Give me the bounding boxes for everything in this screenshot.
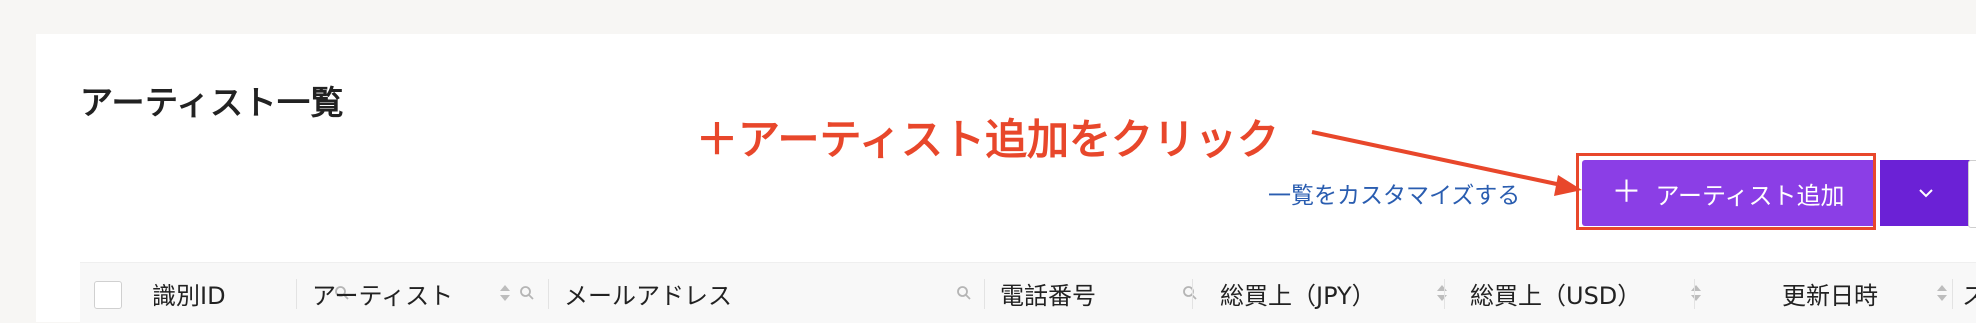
search-icon[interactable] <box>519 285 535 301</box>
column-divider <box>548 279 549 309</box>
column-header-status[interactable]: ス <box>1962 263 1976 323</box>
column-divider <box>1952 279 1953 309</box>
column-divider <box>296 279 297 309</box>
column-divider <box>1694 279 1695 309</box>
plus-icon: ＋ <box>1611 175 1642 210</box>
column-label: 電話番号 <box>1000 281 1096 310</box>
column-header-email[interactable]: メールアドレス <box>564 263 984 323</box>
column-header-total-jpy[interactable]: 総買上（JPY） <box>1220 263 1447 323</box>
column-header-total-usd[interactable]: 総買上（USD） <box>1470 263 1701 323</box>
sort-icon[interactable] <box>1936 283 1948 303</box>
column-divider <box>1192 279 1193 309</box>
chevron-down-icon <box>1918 186 1934 201</box>
column-label: 総買上（USD） <box>1470 281 1642 310</box>
column-label: メールアドレス <box>564 281 732 310</box>
sort-icon[interactable] <box>1436 283 1448 303</box>
column-label: 総買上（JPY） <box>1220 281 1376 310</box>
column-label: 識別ID <box>152 281 226 310</box>
search-icon[interactable] <box>1182 285 1198 301</box>
add-artist-button[interactable]: ＋ アーティスト追加 <box>1582 160 1874 226</box>
column-divider <box>984 279 985 309</box>
add-artist-label: アーティスト追加 <box>1655 181 1845 210</box>
more-button[interactable] <box>1968 160 1976 228</box>
column-header-updated-at[interactable]: 更新日時 <box>1716 263 1947 323</box>
annotation-text: ＋アーティスト追加をクリック <box>696 115 1279 164</box>
column-divider <box>1444 279 1445 309</box>
sort-icon[interactable] <box>499 283 511 303</box>
add-options-dropdown-button[interactable] <box>1880 160 1972 226</box>
customize-list-link[interactable]: 一覧をカスタマイズする <box>1268 176 1520 210</box>
page-title: アーティスト一覧 <box>80 83 345 122</box>
select-all-checkbox[interactable] <box>94 281 122 309</box>
sort-icon[interactable] <box>1690 283 1702 303</box>
column-header-artist[interactable]: アーティスト <box>312 263 534 323</box>
search-icon[interactable] <box>956 285 972 301</box>
table-header: 識別ID アーティスト メールアドレス 電話番号 総買上（JPY） 総買上（US… <box>80 262 1976 323</box>
column-label: アーティスト <box>312 281 454 310</box>
column-header-phone[interactable]: 電話番号 <box>1000 263 1210 323</box>
column-label: 更新日時 <box>1782 281 1878 310</box>
column-label: ス <box>1962 281 1976 310</box>
